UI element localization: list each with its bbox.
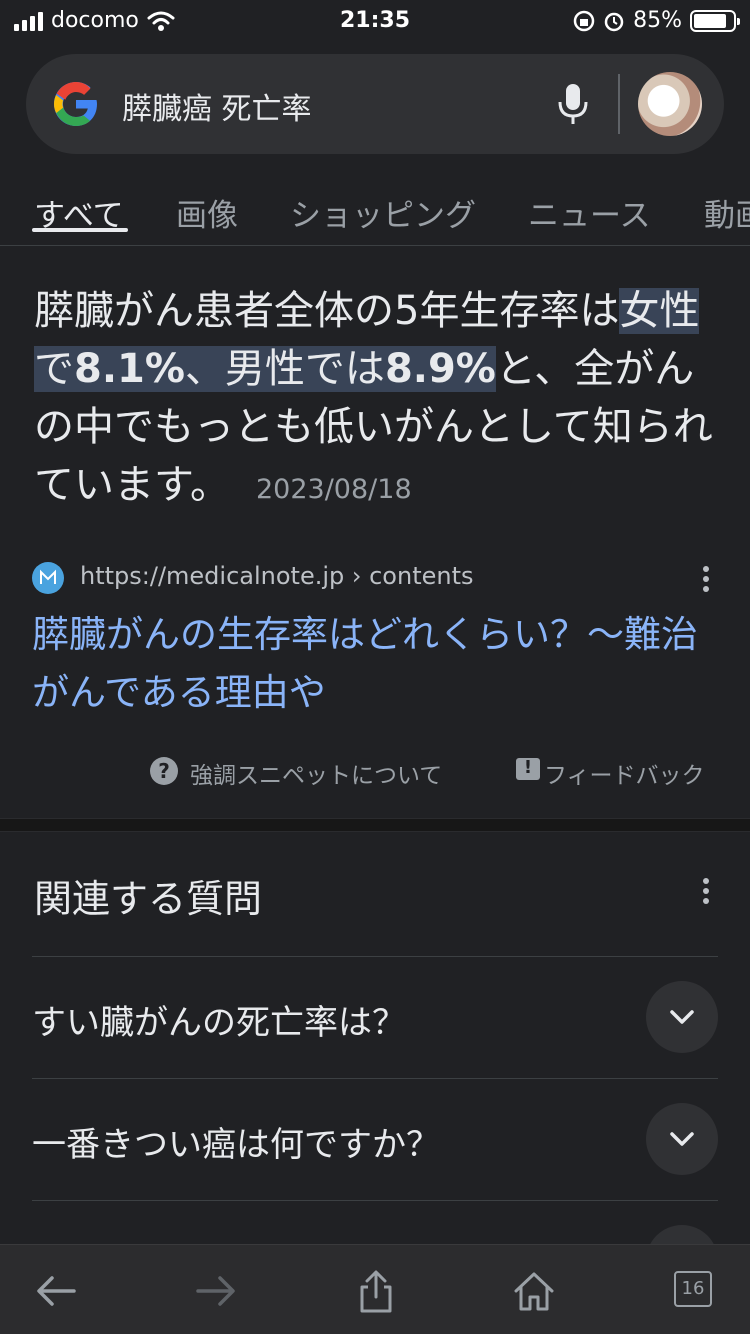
expand-button[interactable] <box>646 981 718 1053</box>
battery-percent: 85% <box>633 8 682 33</box>
related-questions-title: 関連する質問 <box>34 877 263 921</box>
feedback-icon[interactable] <box>516 757 540 780</box>
google-logo-icon <box>54 82 97 126</box>
search-divider <box>618 74 620 134</box>
result-url[interactable]: https://medicalnote.jp › contents <box>80 562 474 590</box>
tab-images[interactable]: 画像 <box>176 190 238 235</box>
about-snippets-link[interactable]: 強調スニペットについて <box>190 756 442 790</box>
browser-toolbar: 16 <box>0 1244 750 1334</box>
microphone-icon[interactable] <box>556 82 590 126</box>
tab-videos[interactable]: 動画 <box>704 190 750 235</box>
forward-arrow-icon[interactable] <box>192 1267 240 1315</box>
chevron-down-icon <box>670 1132 694 1146</box>
tab-shopping[interactable]: ショッピング <box>290 190 476 235</box>
alarm-icon <box>604 12 624 31</box>
more-options-icon[interactable] <box>702 566 710 596</box>
section-divider <box>0 818 750 832</box>
related-question-item[interactable]: 一番きつい癌は何ですか？ <box>32 1078 718 1200</box>
related-question-text: すい臓がんの死亡率は？ <box>32 1003 406 1043</box>
search-bar[interactable]: 膵臓癌 死亡率 <box>26 54 724 154</box>
snippet-text: 膵臓がん患者全体の5年生存率は <box>34 288 620 334</box>
active-tab-indicator <box>32 228 128 232</box>
site-favicon-icon <box>32 562 64 594</box>
related-question-text: 一番きつい癌は何ですか？ <box>32 1125 440 1165</box>
snippet-footer: ? 強調スニペットについて フィードバック <box>150 752 730 792</box>
expand-button[interactable] <box>646 1103 718 1175</box>
tab-news[interactable]: ニュース <box>528 190 650 235</box>
featured-snippet: 膵臓がん患者全体の5年生存率は女性で8.1%、男性では8.9%と、全がんの中でも… <box>34 282 724 519</box>
snippet-highlight: 女 <box>619 288 660 334</box>
more-options-icon[interactable] <box>702 878 710 908</box>
feedback-link[interactable]: フィードバック <box>544 756 705 790</box>
result-source[interactable]: https://medicalnote.jp › contents <box>32 560 722 596</box>
result-title-link[interactable]: 膵臓がんの生存率はどれくらい？〜難治がんである理由や <box>32 606 722 722</box>
chevron-down-icon <box>670 1010 694 1024</box>
snippet-date: 2023/08/18 <box>256 474 412 505</box>
share-icon[interactable] <box>352 1267 400 1315</box>
help-icon[interactable]: ? <box>150 757 178 785</box>
home-icon[interactable] <box>510 1267 558 1315</box>
tab-switcher-button[interactable]: 16 <box>674 1271 712 1307</box>
account-avatar[interactable] <box>638 72 702 136</box>
related-questions-list: すい臓がんの死亡率は？ 一番きつい癌は何ですか？ 膵臓癌 ステージ4 余命 <box>32 956 718 1260</box>
search-tabs: すべて 画像 ショッピング ニュース 動画 <box>0 180 750 246</box>
search-query[interactable]: 膵臓癌 死亡率 <box>122 84 312 128</box>
snippet-highlight: 、男性では <box>184 346 385 392</box>
snippet-highlight-number: 8.1% <box>74 346 185 392</box>
battery-icon <box>690 9 740 32</box>
orientation-lock-icon <box>573 10 595 31</box>
related-question-item[interactable]: すい臓がんの死亡率は？ <box>32 956 718 1078</box>
status-bar: docomo 21:35 85% <box>0 0 750 42</box>
snippet-highlight-number: 8.9% <box>384 346 496 392</box>
back-arrow-icon[interactable] <box>32 1267 80 1315</box>
